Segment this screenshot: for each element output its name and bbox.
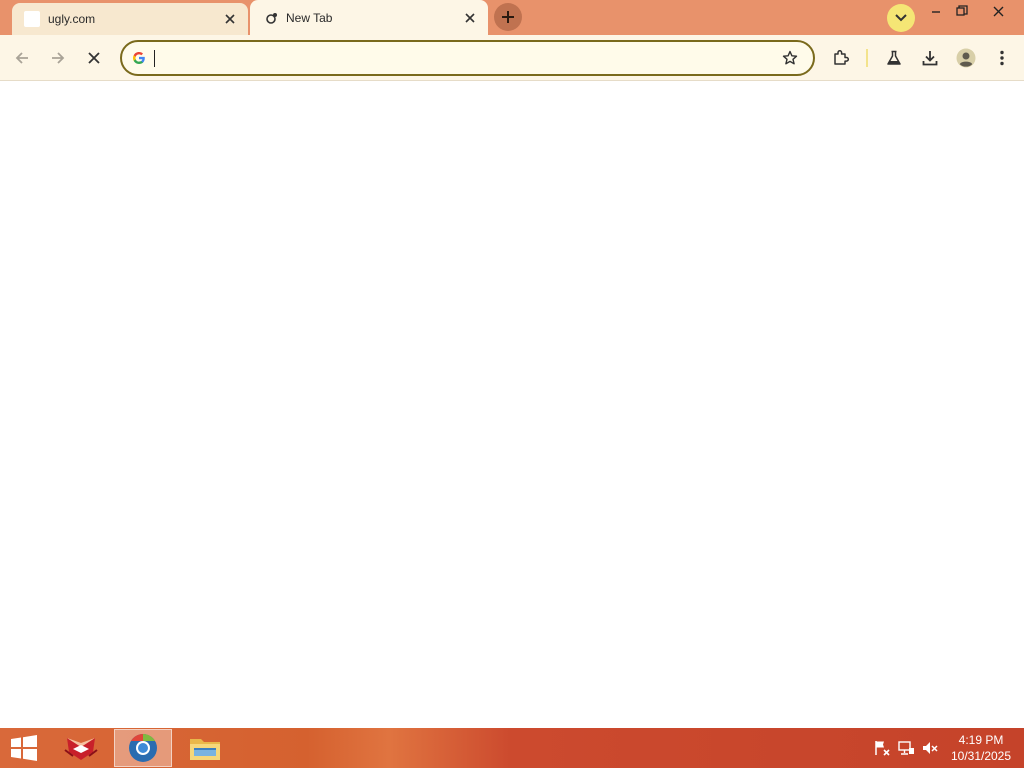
- tab-close-icon[interactable]: [220, 9, 240, 29]
- clock-date: 10/31/2025: [950, 749, 1012, 763]
- taskbar-file-explorer[interactable]: [182, 729, 228, 767]
- network-icon[interactable]: [896, 738, 916, 758]
- download-icon: [922, 51, 938, 66]
- arrow-left-icon: [15, 52, 28, 64]
- star-icon: [782, 50, 798, 65]
- tab-new-tab[interactable]: New Tab: [250, 0, 488, 35]
- back-button[interactable]: [7, 43, 37, 73]
- page-content: [0, 82, 1024, 728]
- omnibox-input[interactable]: [155, 44, 777, 72]
- blank-favicon-icon: [24, 11, 40, 27]
- arrow-right-icon: [52, 52, 65, 64]
- plus-icon: [502, 11, 514, 23]
- profile-button[interactable]: [951, 43, 981, 73]
- bookmark-star-button[interactable]: [777, 45, 803, 71]
- folder-icon: [190, 739, 220, 760]
- flask-icon: [887, 50, 901, 65]
- tab-title: ugly.com: [48, 12, 96, 26]
- google-g-icon: [131, 50, 147, 66]
- close-icon: [993, 6, 1003, 16]
- stop-loading-button[interactable]: [79, 43, 109, 73]
- volume-muted-icon[interactable]: [920, 738, 940, 758]
- tab-strip: ugly.com New Tab: [0, 0, 1024, 35]
- downloads-button[interactable]: [915, 43, 945, 73]
- action-center-flag-icon[interactable]: [872, 738, 892, 758]
- start-button[interactable]: [4, 729, 44, 767]
- restore-icon: [956, 5, 968, 16]
- close-window-button[interactable]: [976, 0, 1020, 22]
- extensions-button[interactable]: [826, 43, 856, 73]
- chrome-icon: [129, 734, 157, 762]
- tab-search-button[interactable]: [887, 4, 915, 32]
- puzzle-icon: [834, 49, 850, 65]
- taskbar-chrome[interactable]: [114, 729, 172, 767]
- minimize-button[interactable]: [924, 0, 948, 22]
- forward-button[interactable]: [43, 43, 73, 73]
- address-bar[interactable]: [120, 40, 815, 76]
- app-box-icon: [64, 738, 98, 760]
- new-tab-button[interactable]: [494, 3, 522, 31]
- browser-toolbar: [0, 35, 1024, 81]
- kebab-menu-icon: [1000, 50, 1004, 66]
- loading-throbber-icon: [264, 10, 280, 26]
- toolbar-separator: [866, 49, 868, 67]
- restore-button[interactable]: [950, 0, 974, 22]
- menu-button[interactable]: [987, 43, 1017, 73]
- chevron-down-icon: [895, 14, 907, 22]
- system-clock[interactable]: 4:19 PM 10/31/2025: [946, 732, 1016, 764]
- tab-ugly-com[interactable]: ugly.com: [12, 3, 248, 35]
- tab-title: New Tab: [286, 10, 333, 25]
- labs-button[interactable]: [879, 43, 909, 73]
- minimize-icon: [932, 11, 940, 13]
- tab-close-icon[interactable]: [460, 8, 480, 28]
- close-icon: [88, 52, 100, 64]
- avatar-icon: [956, 48, 976, 68]
- windows-logo-icon: [11, 735, 37, 761]
- taskbar: 4:19 PM 10/31/2025: [0, 728, 1024, 768]
- clock-time: 4:19 PM: [958, 733, 1004, 747]
- taskbar-app-icon[interactable]: [58, 729, 104, 767]
- text-caret: [154, 50, 155, 67]
